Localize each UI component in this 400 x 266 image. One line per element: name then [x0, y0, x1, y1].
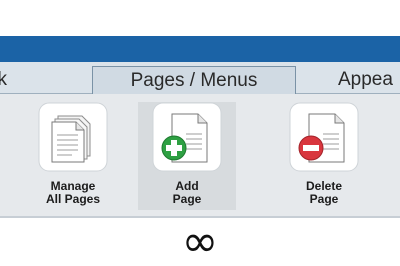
- manage-label-line2: All Pages: [45, 192, 101, 206]
- tab-strip: ck Pages / Menus Appea: [0, 62, 400, 94]
- delete-label-line2: Page: [309, 192, 339, 206]
- add-page-icon: [152, 102, 222, 172]
- manage-all-pages-button[interactable]: Manage All Pages: [24, 102, 122, 210]
- tab-appearance-partial[interactable]: Appea: [338, 66, 400, 94]
- header-bar: [0, 36, 400, 62]
- tab-pages-menus[interactable]: Pages / Menus: [92, 66, 296, 94]
- infinity-symbol: ∞: [181, 216, 219, 266]
- delete-page-icon: [289, 102, 359, 172]
- add-page-button[interactable]: Add Page: [138, 102, 236, 210]
- delete-page-button[interactable]: Delete Page: [275, 102, 373, 210]
- top-blank-area: [0, 0, 400, 36]
- stacked-pages-icon: [38, 102, 108, 172]
- ribbon-toolbar: Manage All Pages Add Page Delete Page: [0, 94, 400, 218]
- add-label-line2: Page: [172, 192, 202, 206]
- tab-back-partial[interactable]: ck: [0, 66, 20, 94]
- manage-all-pages-label: Manage All Pages: [24, 180, 122, 206]
- add-page-label: Add Page: [138, 180, 236, 206]
- delete-page-label: Delete Page: [275, 180, 373, 206]
